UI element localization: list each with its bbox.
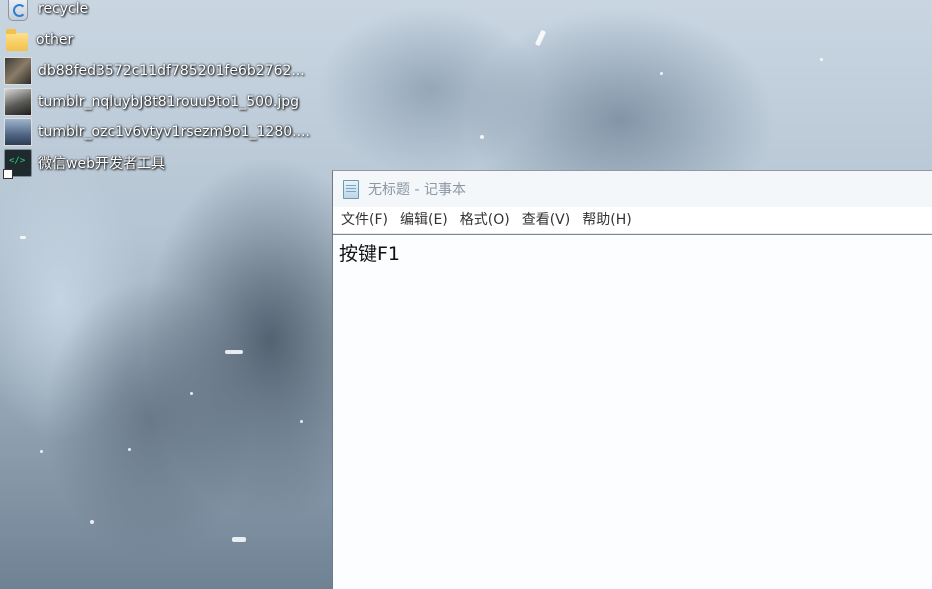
text-editor-area[interactable]: 按键F1 bbox=[333, 234, 932, 589]
image-file-icon bbox=[4, 57, 32, 85]
snow-speck bbox=[534, 29, 547, 47]
desktop-icon-other[interactable]: other bbox=[4, 26, 73, 54]
menu-file[interactable]: 文件(F) bbox=[335, 207, 394, 233]
snow-speck bbox=[128, 448, 131, 451]
desktop-icon-label: db88fed3572c11df785201fe6b2762... bbox=[38, 63, 305, 79]
snow-speck bbox=[40, 450, 43, 453]
menu-view[interactable]: 查看(V) bbox=[516, 207, 577, 233]
menu-bar: 文件(F) 编辑(E) 格式(O) 查看(V) 帮助(H) bbox=[333, 207, 932, 234]
snow-speck bbox=[480, 135, 484, 139]
snow-speck bbox=[820, 58, 823, 61]
desktop-icon-label: other bbox=[36, 32, 74, 48]
snow-speck bbox=[225, 350, 243, 354]
desktop-icon-label: tumblr_nqluybJ8t81rouu9to1_500.jpg bbox=[38, 94, 300, 110]
menu-format[interactable]: 格式(O) bbox=[454, 207, 516, 233]
snow-speck bbox=[90, 520, 94, 524]
recycle-bin-icon bbox=[8, 0, 28, 21]
desktop-icon-image-tumblr-1[interactable]: tumblr_nqluybJ8t81rouu9to1_500.jpg bbox=[4, 88, 299, 116]
desktop-icon-label: 微信web开发者工具 bbox=[38, 156, 165, 172]
editor-content: 按键F1 bbox=[339, 243, 401, 265]
snow-speck bbox=[300, 420, 303, 423]
snow-speck bbox=[20, 236, 26, 239]
notepad-icon bbox=[343, 179, 359, 199]
menu-help[interactable]: 帮助(H) bbox=[576, 207, 637, 233]
image-file-icon bbox=[4, 88, 32, 116]
notepad-window[interactable]: 无标题 - 记事本 文件(F) 编辑(E) 格式(O) 查看(V) 帮助(H) … bbox=[332, 170, 932, 589]
image-file-icon bbox=[4, 118, 32, 146]
menu-edit[interactable]: 编辑(E) bbox=[394, 207, 454, 233]
desktop-icon-wechat-devtools[interactable]: </> 微信web开发者工具 bbox=[3, 149, 165, 179]
window-title: 无标题 - 记事本 bbox=[368, 182, 466, 198]
desktop-icon-label: tumblr_ozc1v6vtyv1rsezm9o1_1280.... bbox=[38, 124, 310, 140]
folder-icon bbox=[6, 29, 28, 51]
desktop-icon-label: recycle bbox=[38, 1, 89, 17]
snow-speck bbox=[190, 392, 193, 395]
desktop: recycle other db88fed3572c11df785201fe6b… bbox=[0, 0, 932, 589]
desktop-icon-recycle[interactable]: recycle bbox=[4, 0, 88, 23]
desktop-icon-image-db88[interactable]: db88fed3572c11df785201fe6b2762... bbox=[4, 57, 305, 85]
desktop-icon-image-tumblr-2[interactable]: tumblr_ozc1v6vtyv1rsezm9o1_1280.... bbox=[4, 118, 310, 146]
title-bar[interactable]: 无标题 - 记事本 bbox=[333, 171, 932, 207]
wechat-devtools-icon: </> bbox=[3, 149, 32, 179]
snow-speck bbox=[660, 72, 663, 75]
snow-speck bbox=[232, 537, 246, 542]
